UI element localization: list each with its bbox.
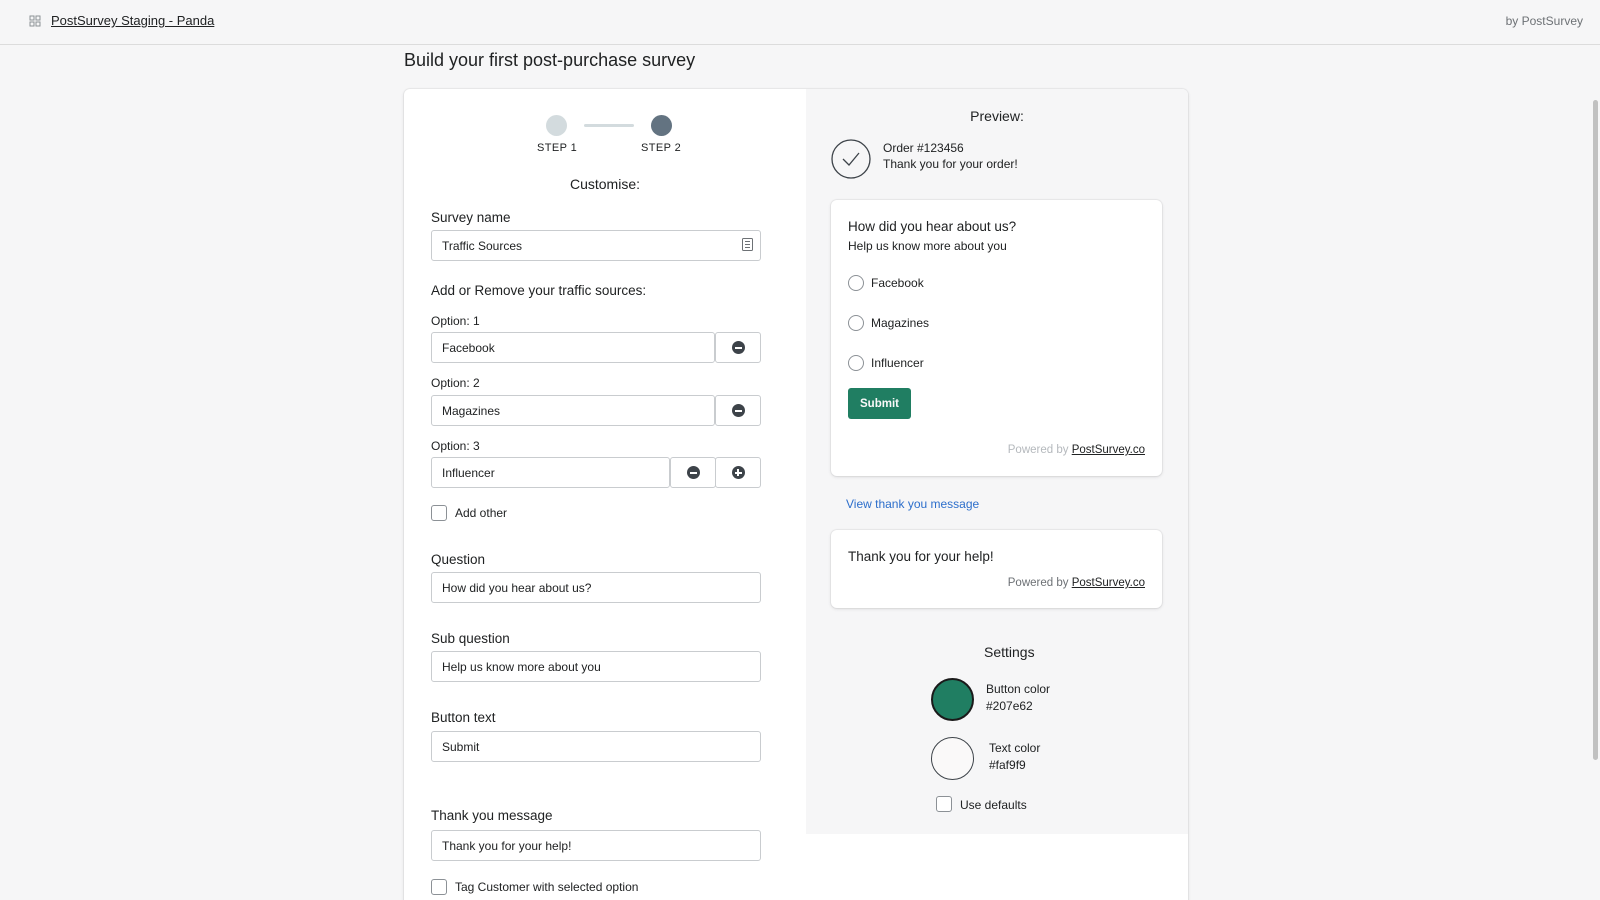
step-connector <box>584 124 634 127</box>
step-1-indicator[interactable] <box>546 115 567 136</box>
survey-builder-card: STEP 1 STEP 2 Customise: Survey name Add… <box>404 89 1188 900</box>
survey-name-label: Survey name <box>431 210 511 225</box>
remove-option-1-button[interactable] <box>715 332 761 363</box>
button-color-swatch[interactable] <box>931 678 974 721</box>
preview-title: Preview: <box>970 108 1024 124</box>
step-2-indicator[interactable] <box>651 115 672 136</box>
preview-radio-facebook[interactable] <box>848 275 864 291</box>
order-number: Order #123456 <box>883 141 964 155</box>
button-color-info: Button color #207e62 <box>986 681 1050 715</box>
preview-radio-influencer[interactable] <box>848 355 864 371</box>
option-2-label: Option: 2 <box>431 376 480 390</box>
app-title-link[interactable]: PostSurvey Staging - Panda <box>51 13 214 28</box>
use-defaults-label: Use defaults <box>960 798 1027 812</box>
postsurvey-link[interactable]: PostSurvey.co <box>1072 444 1145 456</box>
view-thank-you-link[interactable]: View thank you message <box>846 497 979 511</box>
autofill-icon <box>742 238 753 251</box>
survey-name-input[interactable] <box>431 230 761 261</box>
minus-circle-icon <box>686 466 700 479</box>
powered-by-prefix: Powered by <box>1007 577 1069 589</box>
preview-thank-you-message: Thank you for your help! <box>848 549 994 564</box>
sub-question-input[interactable] <box>431 651 761 682</box>
button-color-label: Button color <box>986 682 1051 696</box>
preview-choice-label: Influencer <box>871 356 924 370</box>
thank-you-label: Thank you message <box>431 808 553 823</box>
thank-you-input[interactable] <box>431 830 761 861</box>
button-text-input[interactable] <box>431 731 761 762</box>
button-color-value: #207e62 <box>986 699 1033 713</box>
question-label: Question <box>431 552 486 567</box>
traffic-sources-label: Add or Remove your traffic sources: <box>431 283 647 298</box>
option-3-input[interactable] <box>431 457 670 488</box>
sub-question-label: Sub question <box>431 631 510 646</box>
scrollbar[interactable] <box>1592 45 1600 900</box>
option-1-input[interactable] <box>431 332 715 363</box>
survey-preview-card: How did you hear about us? Help us know … <box>831 200 1162 476</box>
powered-by: Powered by PostSurvey.co <box>1008 577 1145 589</box>
postsurvey-link[interactable]: PostSurvey.co <box>1072 577 1145 589</box>
customise-title: Customise: <box>569 176 641 192</box>
page-title: Build your first post-purchase survey <box>404 50 696 70</box>
option-3-label: Option: 3 <box>431 439 480 453</box>
scrollbar-thumb[interactable] <box>1593 100 1598 760</box>
add-option-button[interactable] <box>715 457 761 488</box>
tag-customer-label: Tag Customer with selected option <box>455 880 639 894</box>
order-check-icon <box>831 139 871 179</box>
minus-circle-icon <box>731 341 745 354</box>
minus-circle-icon <box>731 404 745 417</box>
preview-submit-button[interactable]: Submit <box>848 388 911 419</box>
survey-name-field-wrap <box>431 230 761 261</box>
button-text-label: Button text <box>431 710 496 725</box>
text-color-info: Text color #faf9f9 <box>989 740 1040 774</box>
question-input[interactable] <box>431 572 761 603</box>
option-2-input[interactable] <box>431 395 715 426</box>
add-other-label: Add other <box>455 506 508 520</box>
thank-you-preview-card: Thank you for your help! Powered by Post… <box>831 530 1162 608</box>
powered-by: Powered by PostSurvey.co <box>1008 444 1145 456</box>
preview-question: How did you hear about us? <box>848 219 1017 234</box>
text-color-label: Text color <box>989 741 1041 755</box>
remove-option-3-button[interactable] <box>670 457 716 488</box>
customise-pane: STEP 1 STEP 2 Customise: Survey name Add… <box>404 89 806 900</box>
preview-pane: Preview: Order #123456 Thank you for you… <box>806 89 1188 834</box>
plus-circle-icon <box>731 466 745 479</box>
tag-customer-checkbox[interactable] <box>431 879 447 895</box>
app-icon <box>29 15 41 27</box>
option-1-label: Option: 1 <box>431 314 480 328</box>
use-defaults-checkbox[interactable] <box>936 796 952 812</box>
preview-sub-question: Help us know more about you <box>848 239 1007 253</box>
settings-title: Settings <box>984 644 1035 660</box>
preview-choice-label: Facebook <box>871 276 924 290</box>
step-2-label: STEP 2 <box>641 142 682 154</box>
by-label: by PostSurvey <box>1505 14 1583 28</box>
powered-by-prefix: Powered by <box>1007 444 1069 456</box>
text-color-swatch[interactable] <box>931 737 974 780</box>
preview-radio-magazines[interactable] <box>848 315 864 331</box>
text-color-value: #faf9f9 <box>989 758 1026 772</box>
order-thanks: Thank you for your order! <box>883 157 1018 171</box>
top-bar: PostSurvey Staging - Panda by PostSurvey <box>0 0 1600 45</box>
add-other-checkbox[interactable] <box>431 505 447 521</box>
step-1-label: STEP 1 <box>537 142 578 154</box>
remove-option-2-button[interactable] <box>715 395 761 426</box>
preview-choice-label: Magazines <box>871 316 930 330</box>
